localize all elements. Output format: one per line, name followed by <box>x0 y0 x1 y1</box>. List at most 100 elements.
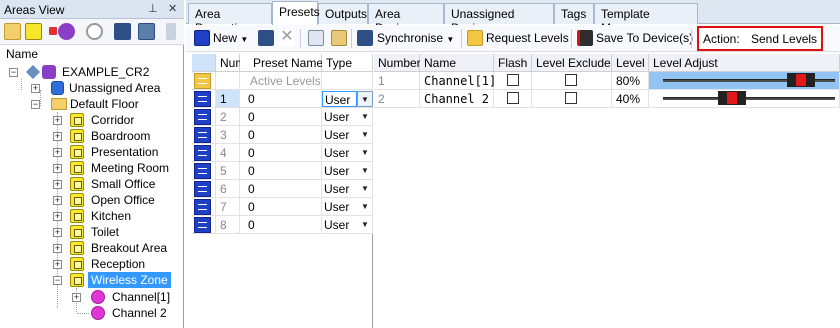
block-icon[interactable] <box>86 23 103 40</box>
calculator-icon[interactable] <box>138 23 155 40</box>
expand-icon[interactable]: + <box>53 180 62 189</box>
column-header-name[interactable]: Name <box>420 54 494 72</box>
preset-type-select[interactable]: User <box>322 145 357 161</box>
preset-name[interactable]: 0 <box>240 216 322 234</box>
preset-name[interactable]: 0 <box>240 108 322 126</box>
preset-type-select[interactable]: User <box>322 91 357 107</box>
preset-type-cell[interactable]: User ▼ <box>322 180 373 198</box>
preset-type-cell[interactable]: User ▼ <box>322 198 373 216</box>
preset-name[interactable]: 0 <box>240 144 322 162</box>
preset-name[interactable]: 0 <box>240 162 322 180</box>
tree-node-unassigned-area[interactable]: + Unassigned Area <box>0 80 184 96</box>
preset-type-select[interactable]: User <box>322 181 357 197</box>
preset-type-select[interactable]: User <box>322 199 357 215</box>
expand-icon[interactable]: + <box>53 228 62 237</box>
tree-node-channel[interactable]: Channel 2 <box>0 305 184 321</box>
tree-node-area[interactable]: + Corridor <box>0 112 184 128</box>
add-item-icon[interactable] <box>25 23 42 40</box>
expand-icon[interactable]: + <box>53 212 62 221</box>
expand-icon[interactable]: + <box>53 132 62 141</box>
channel-name[interactable]: Channel[1] <box>420 72 496 90</box>
action-selector[interactable]: Action: Send Levels <box>697 26 823 51</box>
dropdown-arrow-icon[interactable]: ▼ <box>357 127 373 143</box>
channel-name[interactable]: Channel 2 <box>420 90 494 108</box>
tree-node-area[interactable]: + Small Office <box>0 176 184 192</box>
level-slider-thumb[interactable] <box>786 73 815 87</box>
tree-node-area[interactable]: + Presentation <box>0 144 184 160</box>
row-header[interactable] <box>192 144 216 162</box>
tree-node-default-floor[interactable]: − Default Floor <box>0 96 184 112</box>
collapse-icon[interactable]: − <box>9 68 18 77</box>
paste-icon[interactable] <box>331 30 347 46</box>
new-button[interactable]: New ▼ <box>213 29 248 49</box>
preset-type-select[interactable]: User <box>322 109 357 125</box>
synchronise-button[interactable]: Synchronise ▼ <box>377 29 454 49</box>
expand-icon[interactable]: + <box>53 244 62 253</box>
preset-type-select[interactable]: User <box>322 217 357 233</box>
copy-icon[interactable] <box>308 30 324 46</box>
flash-checkbox[interactable] <box>507 92 519 104</box>
tab-outputs[interactable]: Outputs <box>318 3 368 24</box>
tree-node-area[interactable]: + Kitchen <box>0 208 184 224</box>
tab-unassigned-devices[interactable]: Unassigned Devices <box>444 3 554 35</box>
tab-area-devices[interactable]: Area Devices <box>368 3 444 35</box>
preset-type-cell[interactable]: User ▼ <box>322 162 373 180</box>
preset-name[interactable]: 0 <box>240 198 322 216</box>
preset-type-cell[interactable]: User ▼ <box>322 108 373 126</box>
dropdown-arrow-icon[interactable]: ▼ <box>357 199 373 215</box>
column-header-number[interactable]: Number <box>374 54 421 72</box>
pin-icon[interactable]: ⊥ <box>148 2 158 15</box>
preset-type-cell[interactable]: User ▼ <box>322 216 373 234</box>
level-exclude-checkbox[interactable] <box>565 74 577 86</box>
level-exclude-checkbox[interactable] <box>565 92 577 104</box>
delete-icon[interactable]: ✕ <box>279 29 295 46</box>
flash-checkbox[interactable] <box>507 74 519 86</box>
tree-node-root[interactable]: − EXAMPLE_CR2 <box>0 64 184 80</box>
tab-area-properties[interactable]: Area Properties <box>188 3 272 35</box>
preset-name[interactable]: 0 <box>240 180 322 198</box>
tree-node-area[interactable]: + Reception <box>0 256 184 272</box>
dropdown-arrow-icon[interactable]: ▼ <box>357 163 373 179</box>
dropdown-arrow-icon[interactable] <box>49 27 57 35</box>
column-header-preset-name[interactable]: Preset Name <box>240 54 323 72</box>
row-header[interactable] <box>192 108 216 126</box>
row-header[interactable] <box>192 72 216 90</box>
tab-presets[interactable]: Presets <box>272 1 320 25</box>
select-all-header[interactable] <box>192 54 216 72</box>
dropdown-arrow-icon[interactable]: ▼ <box>357 109 373 125</box>
row-header[interactable] <box>192 162 216 180</box>
column-header-level[interactable]: Level <box>612 54 649 72</box>
column-header-type[interactable]: Type <box>322 54 373 72</box>
tree-node-channel[interactable]: + Channel[1] <box>0 289 184 305</box>
preset-type-cell[interactable]: User ▼ <box>322 126 373 144</box>
dropdown-arrow-icon[interactable]: ▼ <box>357 145 373 161</box>
preset-name[interactable]: 0 <box>240 90 322 108</box>
close-icon[interactable]: ✕ <box>168 2 177 15</box>
tree-node-area[interactable]: + Boardroom <box>0 128 184 144</box>
tree-node-area-selected[interactable]: − Wireless Zone <box>0 272 184 288</box>
row-header[interactable] <box>192 198 216 216</box>
preset-type-select[interactable]: User <box>322 163 357 179</box>
request-levels-button[interactable]: Request Levels <box>486 29 569 49</box>
preset-type-select[interactable]: User <box>322 127 357 143</box>
expand-icon[interactable]: + <box>53 116 62 125</box>
tree-node-area[interactable]: + Meeting Room <box>0 160 184 176</box>
expand-icon[interactable]: + <box>53 196 62 205</box>
row-header[interactable] <box>192 90 216 108</box>
copy-preset-icon[interactable] <box>258 30 274 46</box>
row-header[interactable] <box>192 216 216 234</box>
dropdown-arrow-icon[interactable]: ▼ <box>357 91 373 107</box>
tree-node-area[interactable]: + Toilet <box>0 224 184 240</box>
column-header-level-adjust[interactable]: Level Adjust <box>649 54 840 72</box>
collapse-icon[interactable]: − <box>53 276 62 285</box>
tree-node-area[interactable]: + Open Office <box>0 192 184 208</box>
row-header[interactable] <box>192 180 216 198</box>
overflow-icon[interactable] <box>166 23 176 40</box>
dropdown-arrow-icon[interactable]: ▼ <box>357 181 373 197</box>
preset-name[interactable]: 0 <box>240 126 322 144</box>
row-header[interactable] <box>192 126 216 144</box>
preset-type-cell[interactable]: User ▼ <box>322 144 373 162</box>
add-area-icon[interactable] <box>4 23 21 40</box>
dropdown-arrow-icon[interactable]: ▼ <box>357 217 373 233</box>
save-to-devices-button[interactable]: Save To Device(s) <box>596 29 693 49</box>
